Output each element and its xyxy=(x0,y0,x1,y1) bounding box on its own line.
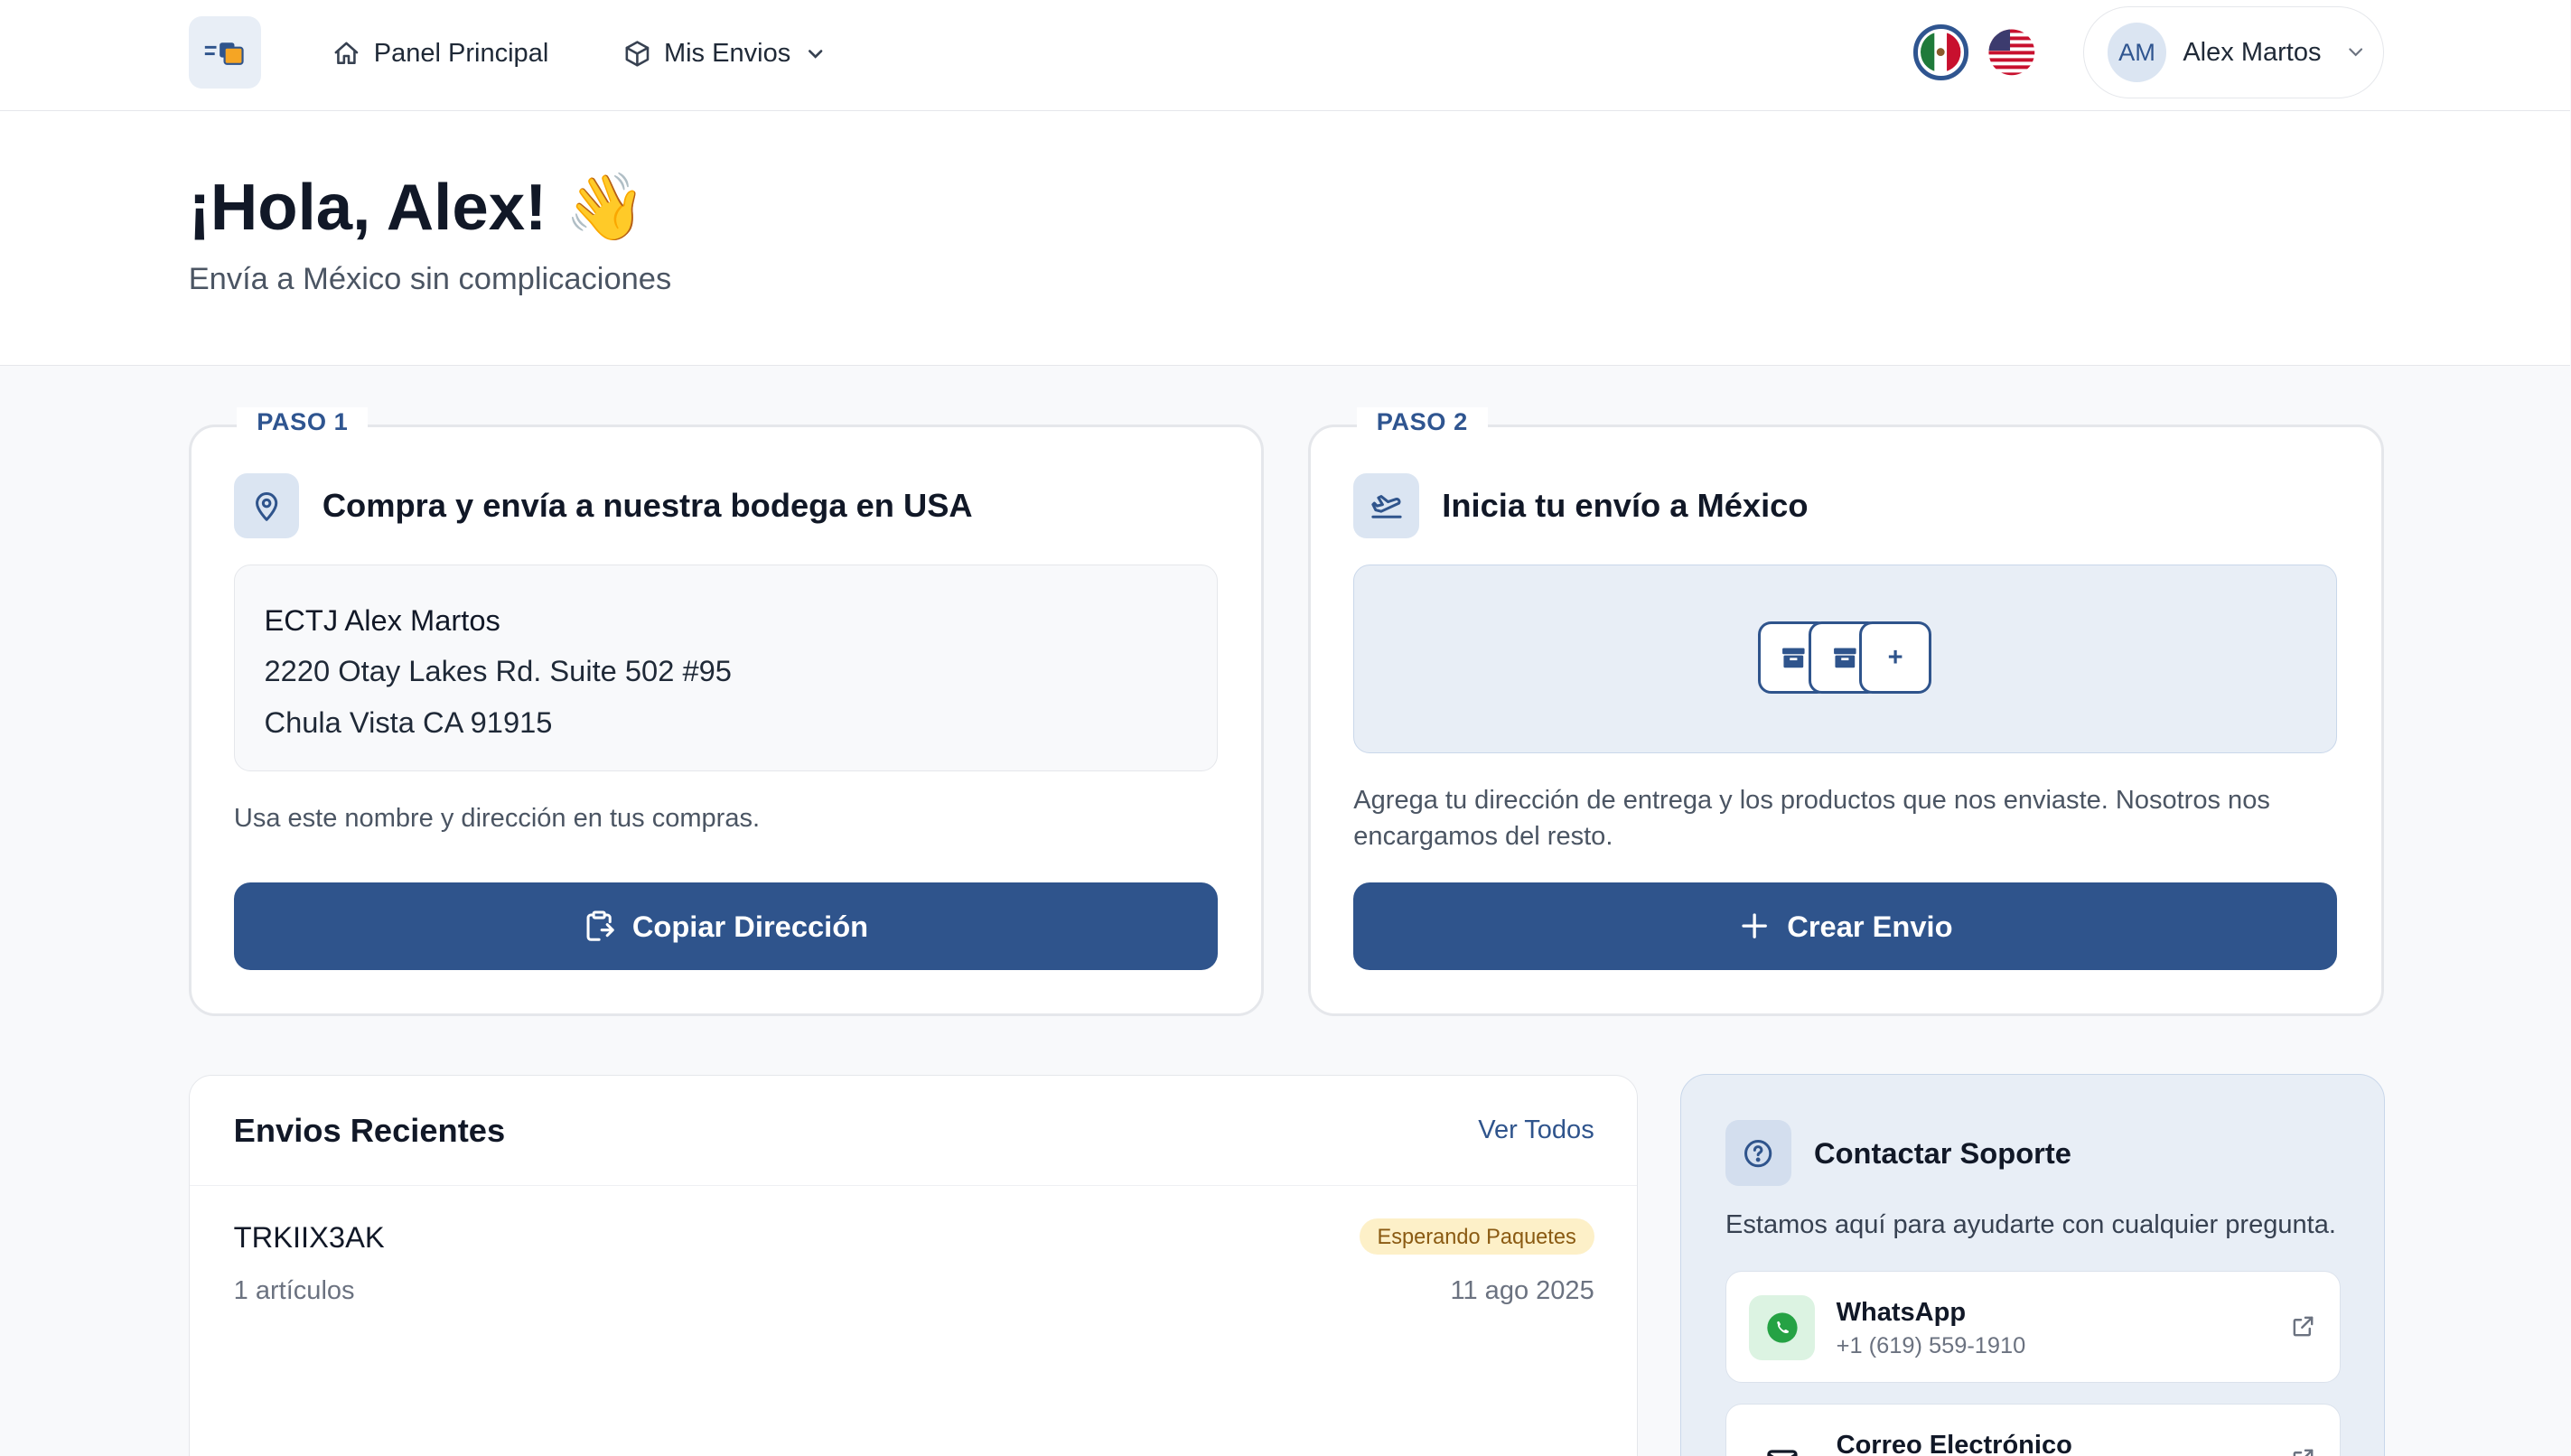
contact-value: +1 (619) 559-1910 xyxy=(1836,1332,2026,1358)
external-link-icon xyxy=(2293,1449,2314,1456)
address-line: 2220 Otay Lakes Rd. Suite 502 #95 xyxy=(264,654,732,688)
button-label: Crear Envio xyxy=(1787,909,1953,943)
step1-title: Compra y envía a nuestra bodega en USA xyxy=(322,487,973,525)
mail-icon xyxy=(1749,1428,1815,1456)
step2-title: Inicia tu envío a México xyxy=(1442,487,1809,525)
contact-name: Correo Electrónico xyxy=(1836,1431,2072,1456)
page-title: ¡Hola, Alex! 👋 xyxy=(188,170,647,244)
step2-label: PASO 2 xyxy=(1356,407,1488,437)
recent-shipments-panel: Envios Recientes Ver Todos TRKIIX3AK 1 a… xyxy=(188,1075,1638,1456)
whatsapp-icon xyxy=(1749,1294,1816,1361)
language-mexico-flag[interactable] xyxy=(1912,24,1969,80)
step2-note: Agrega tu dirección de entrega y los pro… xyxy=(1353,785,2270,851)
see-all-link[interactable]: Ver Todos xyxy=(1478,1115,1594,1145)
plus-icon xyxy=(1742,913,1767,939)
step1-header: Compra y envía a nuestra bodega en USA xyxy=(233,472,973,539)
nav-panel-principal[interactable]: Panel Principal xyxy=(332,36,548,72)
shipment-id: TRKIIX3AK xyxy=(233,1220,385,1255)
external-link-icon xyxy=(2293,1316,2314,1337)
support-header: Contactar Soporte xyxy=(1725,1120,2071,1186)
step1-note: Usa este nombre y dirección en tus compr… xyxy=(233,803,761,833)
shipment-date: 11 ago 2025 xyxy=(1450,1275,1594,1305)
nav-label: Mis Envios xyxy=(663,39,791,69)
address-line: ECTJ Alex Martos xyxy=(264,603,500,638)
mexico-flag-icon xyxy=(1921,32,1961,73)
avatar: AM xyxy=(2107,23,2167,82)
copy-address-button[interactable]: Copiar Dirección xyxy=(233,882,1218,970)
user-name: Alex Martos xyxy=(2183,37,2322,67)
greeting-section: ¡Hola, Alex! 👋 Envía a México sin compli… xyxy=(0,111,2571,366)
nav-mis-envios[interactable]: Mis Envios xyxy=(623,36,827,72)
step2-card: PASO 2 Inicia tu envío a México + Agrega… xyxy=(1308,407,2384,1017)
support-subtitle: Estamos aquí para ayudarte con cualquier… xyxy=(1725,1210,2336,1240)
help-circle-icon xyxy=(1725,1120,1791,1186)
contact-whatsapp[interactable]: WhatsApp +1 (619) 559-1910 xyxy=(1725,1271,2341,1383)
button-label: Copiar Dirección xyxy=(631,909,869,943)
usa-flag-icon xyxy=(1988,29,2035,76)
logo[interactable] xyxy=(188,16,261,89)
package-icon xyxy=(625,41,649,68)
map-pin-icon xyxy=(233,472,300,539)
language-usa-flag[interactable] xyxy=(1984,24,2040,80)
plus-icon: + xyxy=(1859,621,1932,694)
chevron-down-icon xyxy=(808,50,823,59)
recent-title: Envios Recientes xyxy=(233,1112,506,1150)
step2-header: Inicia tu envío a México xyxy=(1353,472,1809,539)
support-title: Contactar Soporte xyxy=(1814,1135,2071,1170)
plane-takeoff-icon xyxy=(1353,472,1419,539)
support-panel: Contactar Soporte Estamos aquí para ayud… xyxy=(1680,1073,2386,1456)
address-line: Chula Vista CA 91915 xyxy=(264,705,553,739)
step1-card: PASO 1 Compra y envía a nuestra bodega e… xyxy=(188,407,1265,1017)
clipboard-copy-icon xyxy=(586,910,615,942)
nav-label: Panel Principal xyxy=(373,39,549,69)
boxes-logo-icon xyxy=(204,42,244,65)
contact-email[interactable]: Correo Electrónico xyxy=(1725,1404,2341,1456)
home-icon xyxy=(334,42,359,65)
shipment-illustration: + xyxy=(1353,565,2338,754)
warehouse-address[interactable]: ECTJ Alex Martos 2220 Otay Lakes Rd. Sui… xyxy=(233,565,1218,772)
recent-header: Envios Recientes Ver Todos xyxy=(189,1076,1637,1187)
create-shipment-button[interactable]: Crear Envio xyxy=(1353,882,2338,970)
top-navbar: Panel Principal Mis Envios AM Alex Marto… xyxy=(0,0,2571,112)
contact-name: WhatsApp xyxy=(1836,1298,1967,1328)
chevron-down-icon xyxy=(2349,48,2363,57)
step1-label: PASO 1 xyxy=(237,407,369,437)
page-subtitle: Envía a México sin complicaciones xyxy=(188,262,672,297)
shipment-count: 1 artículos xyxy=(233,1275,355,1305)
status-badge: Esperando Paquetes xyxy=(1359,1218,1594,1255)
user-menu[interactable]: AM Alex Martos xyxy=(2083,6,2384,98)
